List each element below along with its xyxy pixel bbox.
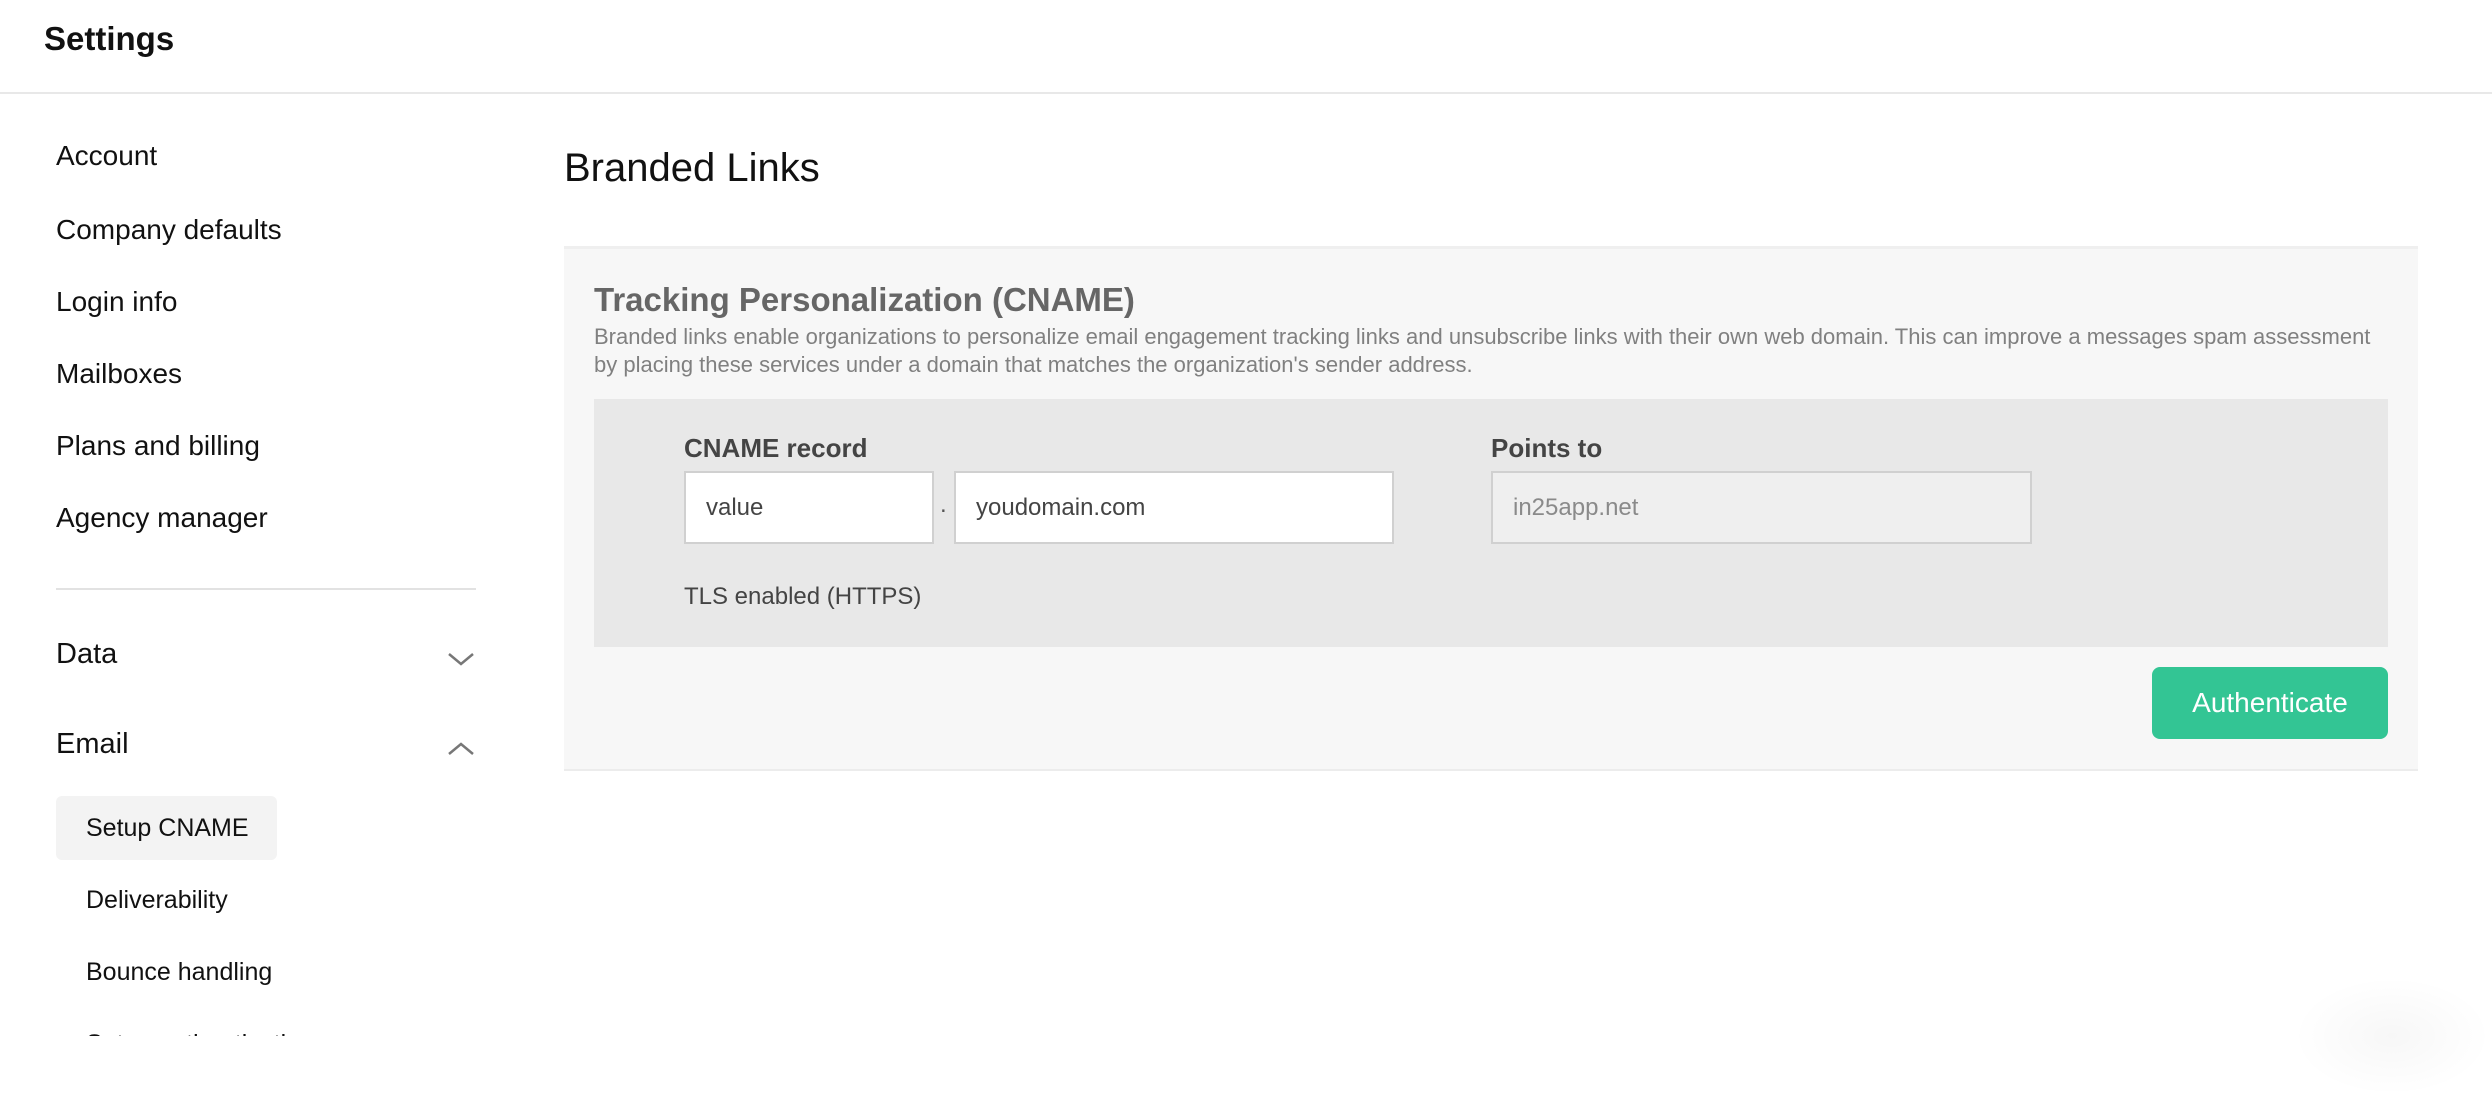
points-to-label: Points to: [1491, 433, 1603, 463]
sidebar-item-account[interactable]: Account: [56, 140, 157, 172]
cname-record-label: CNAME record: [684, 433, 868, 463]
chevron-down-icon[interactable]: [446, 644, 476, 674]
domain-separator: .: [940, 491, 947, 518]
section-label: Email: [56, 728, 129, 760]
sidebar-subitem-bounce-handling[interactable]: Bounce handling: [56, 940, 302, 1004]
page-header-title: Settings: [44, 20, 175, 57]
chevron-up-icon[interactable]: [446, 734, 476, 764]
authenticate-button[interactable]: Authenticate: [2152, 667, 2388, 739]
sidebar-subitem-setup-authentication[interactable]: Setup authentication: [56, 1012, 344, 1036]
card-title: Tracking Personalization (CNAME): [594, 281, 1135, 318]
sidebar-subitem-setup-cname[interactable]: Setup CNAME: [56, 796, 277, 860]
header: Settings: [0, 0, 2492, 94]
sidebar-section-email[interactable]: Email: [56, 728, 476, 772]
sidebar-item-company-defaults[interactable]: Company defaults: [56, 214, 282, 246]
sidebar-item-agency-manager[interactable]: Agency manager: [56, 502, 268, 534]
tls-status-text: TLS enabled (HTTPS): [684, 583, 922, 610]
sidebar-item-mailboxes[interactable]: Mailboxes: [56, 358, 182, 390]
settings-sidebar: Account Company defaults Login info Mail…: [0, 94, 500, 1036]
card-description: Branded links enable organizations to pe…: [594, 324, 2371, 377]
domain-input[interactable]: [954, 471, 1394, 544]
page-title: Branded Links: [564, 146, 820, 190]
points-to-field: [1491, 471, 2032, 544]
cname-card: Tracking Personalization (CNAME) Branded…: [564, 246, 2418, 771]
sidebar-item-login-info[interactable]: Login info: [56, 286, 177, 318]
section-label: Data: [56, 638, 118, 670]
sidebar-divider: [56, 588, 476, 590]
subdomain-input[interactable]: [684, 471, 934, 544]
sidebar-item-plans-billing[interactable]: Plans and billing: [56, 430, 260, 462]
decorative-shadow: [2292, 976, 2492, 1096]
sidebar-section-data[interactable]: Data: [56, 638, 476, 682]
sidebar-subitem-deliverability[interactable]: Deliverability: [56, 868, 258, 932]
cname-form-panel: CNAME record . TLS enabled (HTTPS) Point…: [594, 399, 2388, 647]
